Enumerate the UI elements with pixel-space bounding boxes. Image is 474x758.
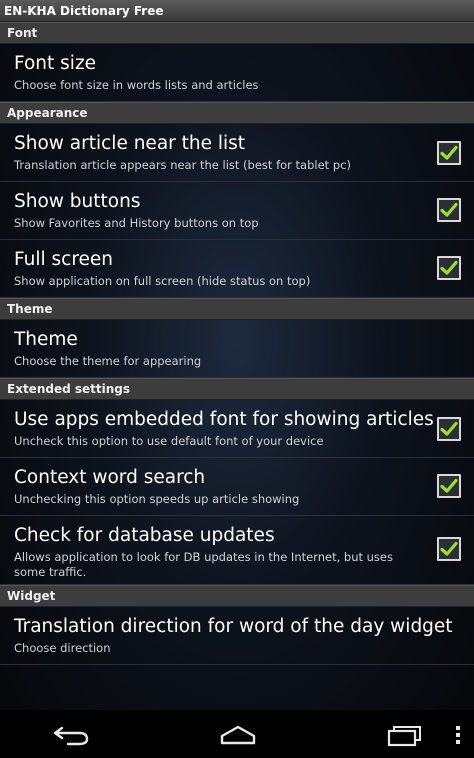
- pref-font-size[interactable]: Font size Choose font size in words list…: [0, 44, 474, 102]
- pref-summary: Show Favorites and History buttons on to…: [14, 216, 259, 230]
- pref-summary: Show application on full screen (hide st…: [14, 274, 311, 288]
- section-header-widget: Widget: [0, 585, 474, 607]
- settings-screen: EN-KHA Dictionary Free Font Font size Ch…: [0, 0, 474, 758]
- pref-summary: Allows application to look for DB update…: [14, 550, 393, 579]
- show-buttons-checkbox[interactable]: [437, 198, 461, 222]
- pref-embedded-font[interactable]: Use apps embedded font for showing artic…: [0, 400, 474, 458]
- pref-title: Font size: [14, 53, 97, 74]
- home-icon[interactable]: [218, 722, 258, 748]
- app-title: EN-KHA Dictionary Free: [4, 3, 164, 18]
- pref-title: Use apps embedded font for showing artic…: [14, 409, 434, 430]
- pref-summary: Unchecking this option speeds up article…: [14, 492, 300, 506]
- check-mark-icon: [440, 541, 458, 556]
- section-header-appearance: Appearance: [0, 102, 474, 124]
- pref-title: Translation direction for word of the da…: [14, 616, 453, 637]
- pref-summary: Translation article appears near the lis…: [14, 158, 351, 172]
- check-mark-icon: [440, 145, 458, 160]
- pref-summary: Choose direction: [14, 641, 111, 655]
- check-mark-icon: [440, 478, 458, 493]
- system-navigation-bar: [0, 710, 474, 758]
- context-word-search-checkbox[interactable]: [437, 474, 461, 498]
- full-screen-checkbox[interactable]: [437, 256, 461, 280]
- section-header-extended-settings: Extended settings: [0, 378, 474, 400]
- back-icon[interactable]: [52, 722, 92, 748]
- check-mark-icon: [440, 260, 458, 275]
- pref-title: Theme: [14, 329, 78, 350]
- pref-theme[interactable]: Theme Choose the theme for appearing: [0, 320, 474, 378]
- pref-title: Context word search: [14, 467, 206, 488]
- pref-context-word-search[interactable]: Context word search Unchecking this opti…: [0, 458, 474, 516]
- embedded-font-checkbox[interactable]: [437, 417, 461, 441]
- pref-title: Check for database updates: [14, 525, 275, 546]
- pref-summary: Choose font size in words lists and arti…: [14, 78, 259, 92]
- check-mark-icon: [440, 202, 458, 217]
- check-mark-icon: [440, 421, 458, 436]
- section-header-theme: Theme: [0, 298, 474, 320]
- pref-summary: Uncheck this option to use default font …: [14, 434, 324, 448]
- pref-widget-translation-direction[interactable]: Translation direction for word of the da…: [0, 607, 474, 665]
- show-article-checkbox[interactable]: [437, 141, 461, 165]
- db-updates-checkbox[interactable]: [437, 537, 461, 561]
- pref-summary: Choose the theme for appearing: [14, 354, 202, 368]
- section-header-font: Font: [0, 22, 474, 44]
- pref-check-db-updates[interactable]: Check for database updates Allows applic…: [0, 516, 474, 585]
- pref-full-screen[interactable]: Full screen Show application on full scr…: [0, 240, 474, 298]
- overflow-menu-icon[interactable]: [448, 722, 468, 748]
- title-bar: EN-KHA Dictionary Free: [0, 0, 474, 22]
- pref-show-article-near-list[interactable]: Show article near the list Translation a…: [0, 124, 474, 182]
- recent-apps-icon[interactable]: [384, 722, 424, 748]
- pref-title: Full screen: [14, 249, 114, 270]
- pref-show-buttons[interactable]: Show buttons Show Favorites and History …: [0, 182, 474, 240]
- pref-title: Show buttons: [14, 191, 141, 212]
- pref-title: Show article near the list: [14, 133, 246, 154]
